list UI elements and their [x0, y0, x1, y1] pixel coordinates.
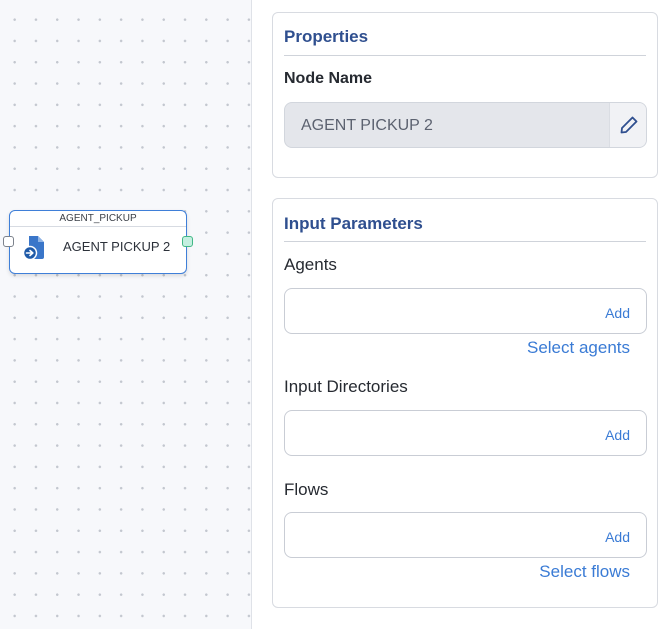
agents-label: Agents [284, 255, 337, 274]
input-parameters-card: Input Parameters Agents Add Select agent… [272, 198, 658, 608]
node-name-value: AGENT PICKUP 2 [301, 117, 433, 134]
select-flows-link[interactable]: Select flows [539, 562, 630, 582]
workflow-editor: AGENT_PICKUP AGENT PICKUP 2 Properties N… [0, 0, 666, 629]
properties-panel: Properties Node Name AGENT PICKUP 2 Inpu… [252, 0, 666, 629]
node-title: AGENT PICKUP 2 [63, 239, 171, 254]
node-name-field: AGENT PICKUP 2 [284, 102, 647, 148]
edit-node-name-button[interactable] [609, 103, 646, 147]
node-output-port[interactable] [182, 236, 193, 247]
agent-pickup-node[interactable]: AGENT_PICKUP AGENT PICKUP 2 [9, 210, 187, 274]
agents-add-button[interactable]: Add [605, 305, 630, 321]
file-arrow-icon [23, 236, 44, 261]
flows-label: Flows [284, 480, 329, 499]
flows-field[interactable]: Add [284, 512, 647, 558]
properties-card: Properties Node Name AGENT PICKUP 2 [272, 12, 658, 178]
select-agents-link[interactable]: Select agents [527, 338, 630, 358]
workflow-canvas[interactable]: AGENT_PICKUP AGENT PICKUP 2 [0, 0, 252, 629]
properties-heading: Properties [284, 27, 369, 46]
input-directories-field[interactable]: Add [284, 410, 647, 456]
input-directories-label: Input Directories [284, 377, 408, 396]
flows-add-button[interactable]: Add [605, 529, 630, 545]
agents-field[interactable]: Add [284, 288, 647, 334]
properties-divider [284, 55, 646, 56]
node-name-label: Node Name [284, 70, 373, 87]
input-parameters-divider [284, 241, 646, 242]
input-directories-add-button[interactable]: Add [605, 427, 630, 443]
node-input-port[interactable] [3, 236, 14, 247]
pencil-icon [620, 116, 638, 134]
input-parameters-heading: Input Parameters [284, 214, 423, 233]
node-type-label: AGENT_PICKUP [10, 211, 186, 227]
